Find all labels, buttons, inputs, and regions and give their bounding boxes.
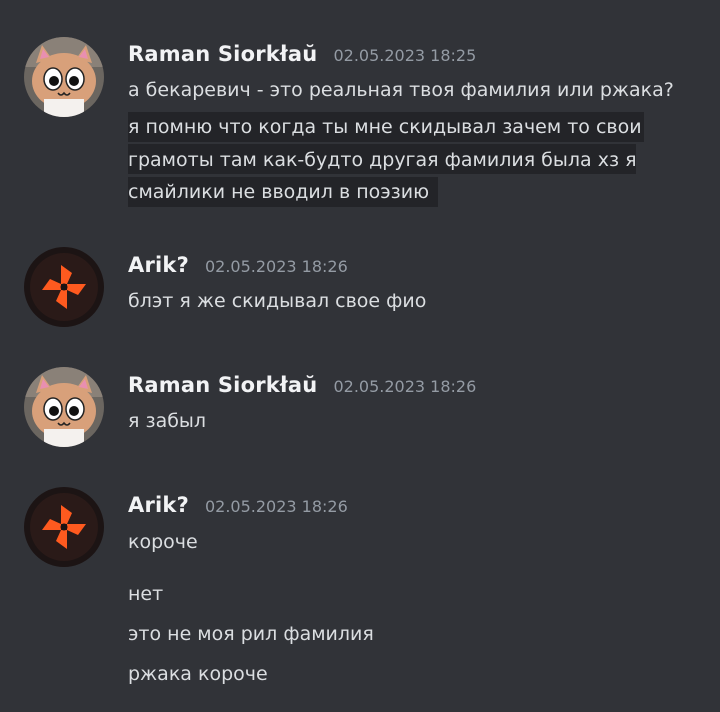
avatar[interactable] — [24, 247, 104, 327]
timestamp[interactable]: 02.05.2023 18:25 — [333, 46, 476, 65]
message-text: я забыл — [128, 410, 207, 432]
message-text: я помню что когда ты мне скидывал зачем … — [128, 116, 642, 138]
timestamp[interactable]: 02.05.2023 18:26 — [333, 377, 476, 396]
message-text: смайлики не вводил в поэзию — [128, 181, 430, 203]
message-text: блэт я же скидывал свое фио — [128, 290, 427, 312]
timestamp[interactable]: 02.05.2023 18:26 — [205, 497, 348, 516]
message-header: Raman Siorkłaŭ 02.05.2023 18:26 — [128, 373, 476, 403]
username[interactable]: Arik? — [128, 493, 189, 517]
orange-pinwheel-avatar-icon — [24, 487, 104, 567]
cat-face-avatar-icon — [24, 367, 104, 447]
message-header: Arik? 02.05.2023 18:26 — [128, 493, 348, 523]
avatar[interactable] — [24, 487, 104, 567]
message-text: а бекаревич - это реальная твоя фамилия … — [128, 79, 674, 101]
cat-face-avatar-icon — [24, 37, 104, 117]
username[interactable]: Raman Siorkłaŭ — [128, 373, 317, 397]
message-header: Arik? 02.05.2023 18:26 — [128, 253, 348, 283]
message-header: Raman Siorkłaŭ 02.05.2023 18:25 — [128, 42, 476, 72]
username[interactable]: Arik? — [128, 253, 189, 277]
message-text: короче — [128, 531, 198, 553]
message-text: это не моя рил фамилия — [128, 623, 374, 645]
message-text: грамоты там как-будто другая фамилия был… — [128, 149, 637, 171]
message-text: ржака короче — [128, 663, 268, 685]
avatar[interactable] — [24, 367, 104, 447]
avatar[interactable] — [24, 37, 104, 117]
username[interactable]: Raman Siorkłaŭ — [128, 42, 317, 66]
orange-pinwheel-avatar-icon — [24, 247, 104, 327]
message-text: нет — [128, 583, 164, 605]
timestamp[interactable]: 02.05.2023 18:26 — [205, 257, 348, 276]
